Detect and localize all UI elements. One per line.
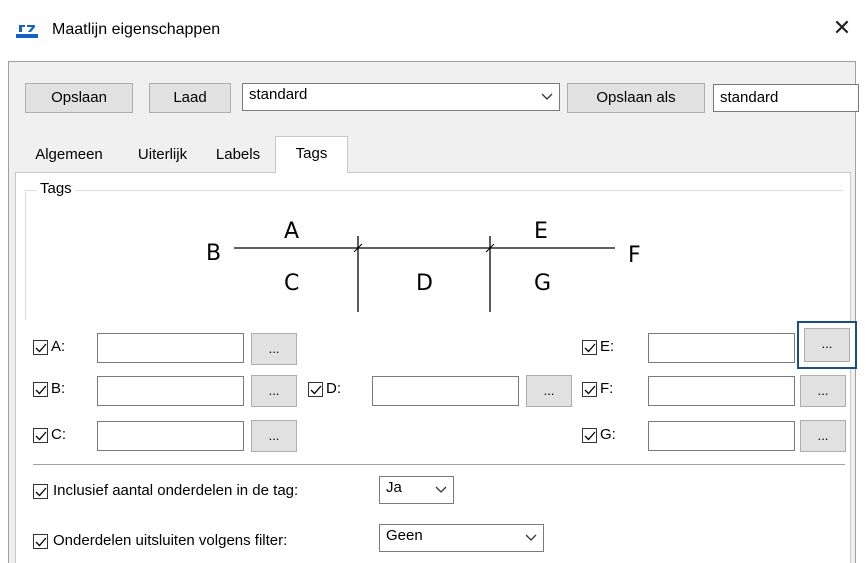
exclude-filter-value: Geen	[386, 527, 423, 544]
chevron-down-icon	[435, 486, 447, 493]
save-as-name-field[interactable]: standard	[713, 84, 859, 112]
check-icon	[584, 343, 596, 353]
label-c: C:	[51, 426, 66, 443]
check-icon	[584, 385, 596, 395]
browse-e-button-focus-ring: ...	[797, 321, 857, 369]
preset-combobox[interactable]: standard	[242, 83, 560, 111]
browse-d-button[interactable]: ...	[526, 375, 572, 407]
label-a: A:	[51, 338, 66, 355]
browse-b-button[interactable]: ...	[251, 375, 297, 407]
exclude-filter-label: Onderdelen uitsluiten volgens filter:	[53, 532, 288, 549]
diagram-label-a: A	[284, 219, 299, 244]
diagram-label-b: B	[206, 241, 221, 266]
tag-e-field[interactable]	[648, 333, 795, 363]
browse-f-button[interactable]: ...	[800, 375, 846, 407]
checkbox-a[interactable]	[33, 340, 48, 355]
include-count-label: Inclusief aantal onderdelen in de tag:	[53, 482, 299, 499]
diagram-label-c: C	[284, 271, 299, 296]
check-icon	[35, 385, 47, 395]
tag-g-field[interactable]	[648, 421, 795, 451]
tab-uiterlijk[interactable]: Uiterlijk	[121, 140, 204, 172]
checkbox-f[interactable]	[582, 382, 597, 397]
diagram-label-d: D	[416, 271, 433, 296]
separator	[33, 464, 845, 465]
save-as-button[interactable]: Opslaan als	[567, 83, 705, 113]
label-d: D:	[326, 380, 341, 397]
diagram-label-g: G	[534, 271, 551, 296]
tab-labels[interactable]: Labels	[204, 140, 272, 172]
label-g: G:	[600, 426, 616, 443]
check-icon	[35, 343, 47, 353]
load-button[interactable]: Laad	[149, 83, 231, 113]
check-icon	[584, 431, 596, 441]
checkbox-include-count[interactable]	[33, 484, 48, 499]
checkbox-g[interactable]	[582, 428, 597, 443]
label-e: E:	[600, 338, 615, 355]
browse-a-button[interactable]: ...	[251, 333, 297, 365]
chevron-down-icon	[525, 534, 537, 541]
include-count-combobox[interactable]: Ja	[379, 476, 454, 504]
save-button[interactable]: Opslaan	[25, 83, 133, 113]
dimension-diagram: A B C D E F G	[190, 210, 660, 320]
tag-a-field[interactable]	[97, 333, 244, 363]
window-title: Maatlijn eigenschappen	[52, 21, 221, 38]
check-icon	[35, 537, 47, 547]
app-icon	[16, 22, 38, 40]
tags-group-title: Tags	[37, 180, 75, 197]
close-icon[interactable]: ✕	[830, 16, 854, 40]
tab-algemeen[interactable]: Algemeen	[17, 140, 121, 172]
tab-tags[interactable]: Tags	[275, 136, 348, 173]
check-icon	[35, 431, 47, 441]
label-b: B:	[51, 380, 66, 397]
diagram-label-f: F	[628, 243, 641, 268]
checkbox-d[interactable]	[308, 382, 323, 397]
tag-d-field[interactable]	[372, 376, 519, 406]
browse-e-button[interactable]: ...	[804, 328, 850, 362]
check-icon	[35, 487, 47, 497]
browse-g-button[interactable]: ...	[800, 420, 846, 452]
chevron-down-icon	[541, 93, 553, 100]
checkbox-e[interactable]	[582, 340, 597, 355]
check-icon	[310, 385, 322, 395]
exclude-filter-combobox[interactable]: Geen	[379, 524, 544, 552]
tag-c-field[interactable]	[97, 421, 244, 451]
checkbox-b[interactable]	[33, 382, 48, 397]
label-f: F:	[600, 380, 614, 397]
include-count-value: Ja	[386, 479, 402, 496]
browse-c-button[interactable]: ...	[251, 420, 297, 452]
checkbox-exclude-filter[interactable]	[33, 534, 48, 549]
tag-f-field[interactable]	[648, 376, 795, 406]
diagram-label-e: E	[534, 219, 548, 244]
tag-b-field[interactable]	[97, 376, 244, 406]
checkbox-c[interactable]	[33, 428, 48, 443]
preset-value: standard	[249, 86, 308, 103]
